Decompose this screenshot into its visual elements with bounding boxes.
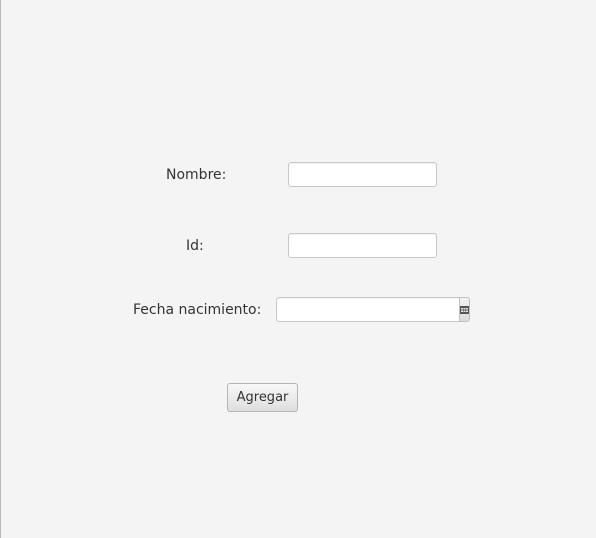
- fecha-nacimiento-date-picker: [276, 297, 470, 322]
- nombre-label: Nombre:: [166, 167, 227, 183]
- fecha-nacimiento-input[interactable]: [276, 297, 459, 322]
- id-input[interactable]: [288, 233, 437, 258]
- nombre-input[interactable]: [288, 162, 437, 187]
- agregar-button[interactable]: Agregar: [227, 383, 298, 412]
- id-label: Id:: [186, 238, 204, 254]
- fecha-nacimiento-label: Fecha nacimiento:: [133, 302, 262, 318]
- form-window: Nombre: Id: Fecha nacimiento: Agregar: [0, 0, 596, 538]
- calendar-icon: [460, 305, 469, 314]
- calendar-button[interactable]: [459, 297, 470, 322]
